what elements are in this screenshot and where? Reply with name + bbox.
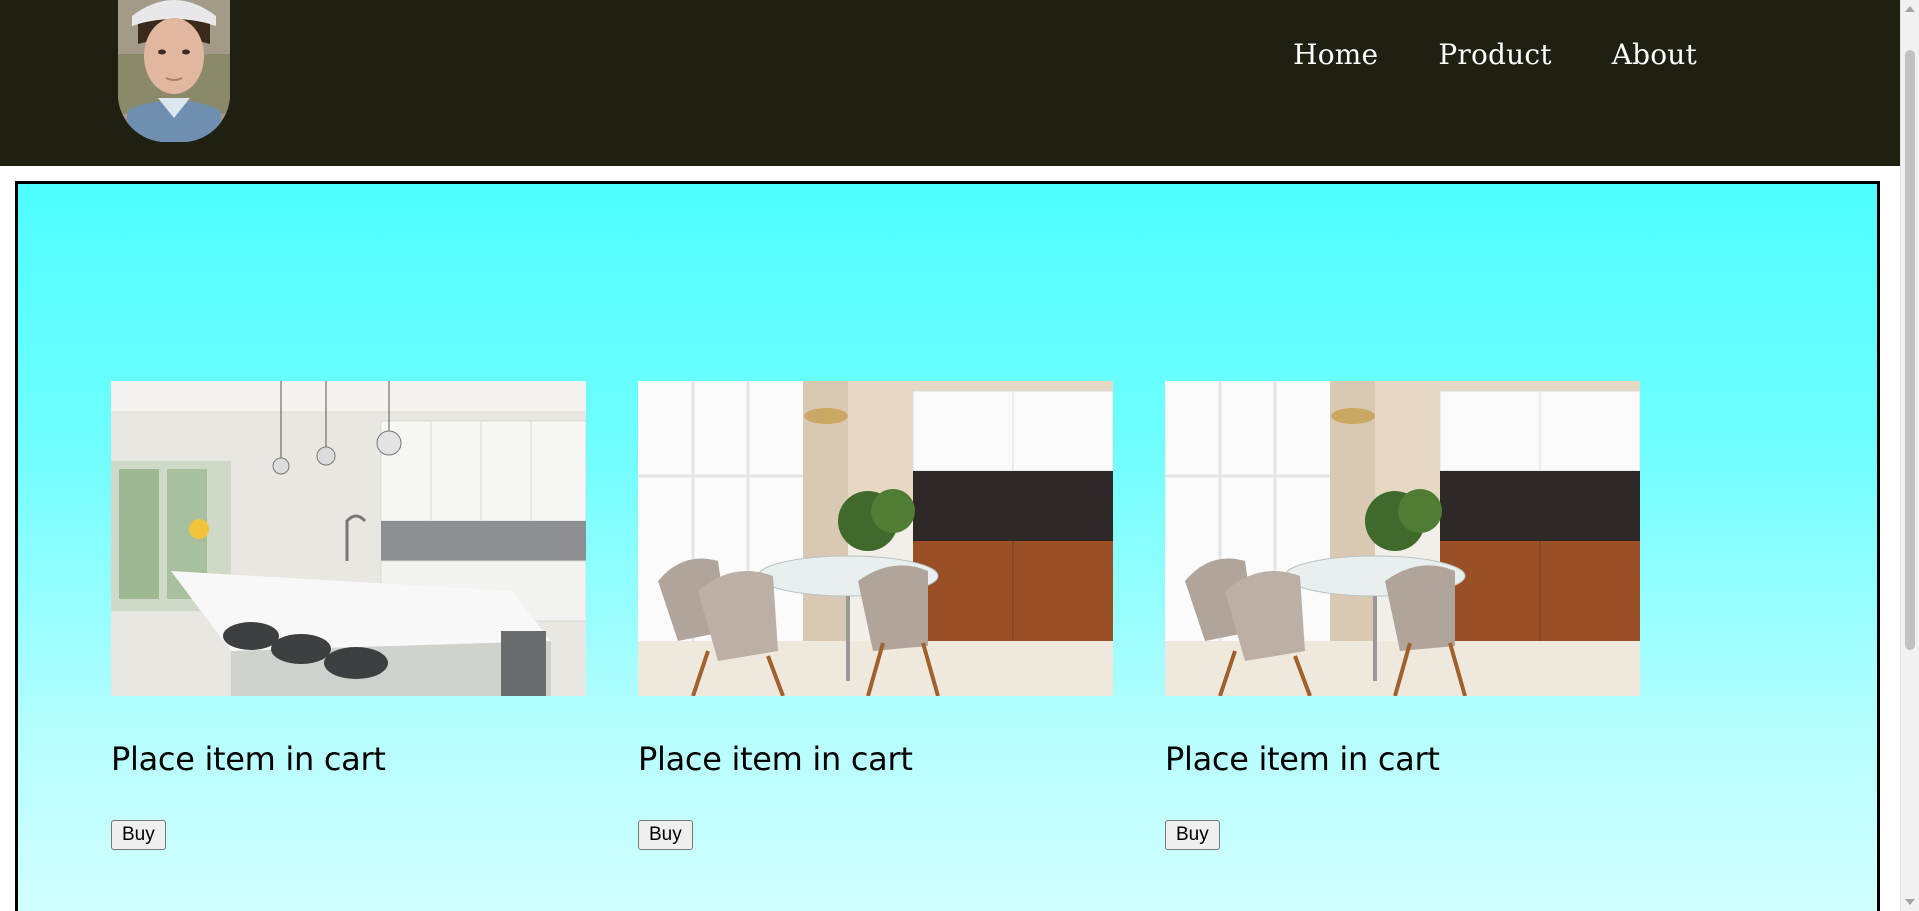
scroll-up-arrow-icon[interactable] — [1905, 6, 1915, 12]
site-header: Home Product About — [0, 0, 1900, 166]
nav-home-link[interactable]: Home — [1293, 38, 1378, 71]
scrollbar-thumb[interactable] — [1905, 50, 1915, 650]
nav-about-link[interactable]: About — [1612, 38, 1697, 71]
vertical-scrollbar[interactable] — [1900, 0, 1919, 911]
product-card: Place item in cart Buy — [1165, 381, 1640, 850]
main-nav: Home Product About — [1293, 38, 1697, 71]
white-kitchen-image — [111, 381, 586, 696]
nav-product-link[interactable]: Product — [1438, 38, 1551, 71]
product-panel: Place item in cart Buy Place item in car… — [15, 181, 1880, 911]
buy-button[interactable]: Buy — [1165, 820, 1220, 850]
buy-button[interactable]: Buy — [638, 820, 693, 850]
product-title: Place item in cart — [1165, 740, 1440, 778]
product-cards: Place item in cart Buy Place item in car… — [111, 381, 1640, 850]
buy-button[interactable]: Buy — [111, 820, 166, 850]
product-title: Place item in cart — [111, 740, 386, 778]
dining-set-image — [1165, 381, 1640, 696]
product-title: Place item in cart — [638, 740, 913, 778]
profile-avatar — [118, 0, 230, 142]
scroll-down-arrow-icon[interactable] — [1905, 899, 1915, 905]
dining-set-image — [638, 381, 1113, 696]
product-card: Place item in cart Buy — [638, 381, 1113, 850]
product-card: Place item in cart Buy — [111, 381, 586, 850]
page: Home Product About Place item in cart Bu… — [0, 0, 1919, 911]
